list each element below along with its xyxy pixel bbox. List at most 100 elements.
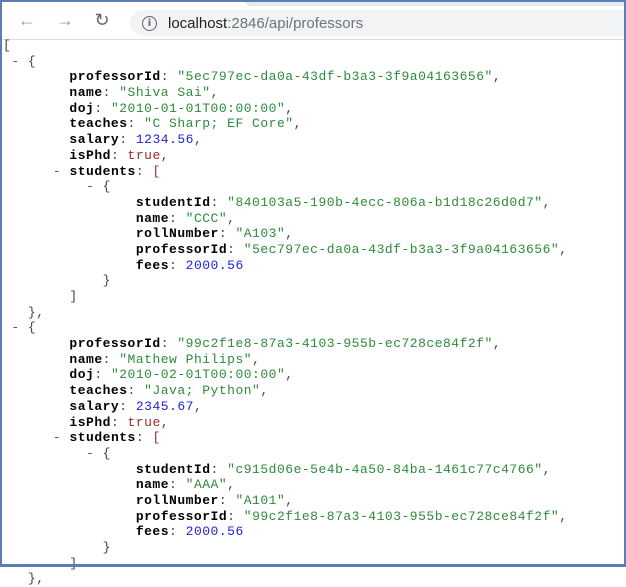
json-value-teaches: "Java; Python": [144, 383, 261, 399]
json-value-fees: 2000.56: [185, 257, 244, 273]
json-value-salary: 1234.56: [135, 132, 194, 148]
colon: :: [135, 163, 153, 179]
json-field-doj: doj: "2010-02-01T00:00:00",: [3, 367, 568, 383]
address-bar[interactable]: i localhost:2846/api/professors: [130, 10, 626, 36]
array-open-bracket: [: [152, 163, 161, 179]
comma: ,: [285, 226, 294, 242]
comma: ,: [559, 241, 568, 257]
colon: :: [119, 132, 136, 148]
colon: :: [127, 383, 145, 399]
comma: ,: [492, 336, 502, 352]
colon: :: [169, 257, 186, 273]
comma: ,: [492, 69, 502, 85]
json-value-name: "CCC": [185, 210, 228, 226]
colon: :: [218, 226, 236, 242]
collapse-toggle[interactable]: -: [53, 430, 61, 445]
object-close-brace: },: [27, 304, 45, 320]
collapse-toggle[interactable]: -: [11, 320, 19, 335]
json-key-name: name: [69, 85, 103, 101]
reload-icon[interactable]: ↻: [92, 10, 112, 30]
json-field-teaches: teaches: "Java; Python",: [3, 383, 568, 399]
json-value-professorId: "5ec797ec-da0a-43df-b3a3-3f9a04163656": [177, 69, 493, 85]
comma: ,: [193, 398, 203, 414]
json-key-professorId: professorId: [69, 336, 161, 352]
json-value-name: "Shiva Sai": [119, 85, 211, 101]
json-key-rollNumber: rollNumber: [135, 492, 219, 508]
comma: ,: [160, 414, 170, 430]
json-key-doj: doj: [69, 367, 95, 383]
comma: ,: [285, 100, 294, 116]
comma: ,: [193, 132, 203, 148]
colon: :: [227, 241, 244, 257]
object-close-brace: },: [27, 571, 45, 587]
json-key-doj: doj: [69, 100, 95, 116]
colon: :: [94, 100, 111, 116]
json-value-name: "AAA": [185, 477, 228, 493]
comma: ,: [559, 508, 568, 524]
colon: :: [135, 430, 153, 446]
colon: :: [127, 116, 145, 132]
json-value-doj: "2010-02-01T00:00:00": [110, 367, 286, 383]
students-array: - students: [: [3, 164, 568, 180]
json-viewer: [ - { professorId: "5ec797ec-da0a-43df-b…: [3, 38, 568, 587]
colon: :: [169, 210, 186, 226]
student-object: - {: [3, 446, 568, 462]
json-value-studentId: "840103a5-190b-4ecc-806a-b1d18c26d0d7": [227, 194, 543, 210]
comma: ,: [260, 383, 269, 399]
json-field-teaches: teaches: "C Sharp; EF Core",: [3, 116, 568, 132]
students-array-end: ]: [3, 289, 568, 305]
site-info-icon[interactable]: i: [142, 15, 157, 31]
url-text[interactable]: localhost:2846/api/professors: [168, 15, 363, 32]
colon: :: [102, 351, 120, 367]
forward-icon[interactable]: →: [55, 10, 75, 30]
student-object: - {: [3, 179, 568, 195]
json-key-fees: fees: [135, 524, 170, 540]
json-value-professorId: "5ec797ec-da0a-43df-b3a3-3f9a04163656": [243, 241, 560, 257]
json-value-doj: "2010-01-01T00:00:00": [110, 100, 286, 116]
collapse-toggle[interactable]: -: [53, 164, 61, 179]
json-key-name: name: [69, 351, 103, 367]
json-field-name: name: "Shiva Sai",: [3, 85, 568, 101]
colon: :: [119, 398, 136, 414]
json-key-name: name: [135, 210, 170, 226]
object-open-brace: {: [94, 445, 111, 461]
object-close-brace: }: [102, 540, 111, 555]
colon: :: [169, 524, 186, 540]
professor-object: - {: [3, 54, 568, 70]
comma: ,: [227, 477, 236, 493]
json-key-name: name: [135, 477, 170, 493]
json-key-professorId: professorId: [135, 508, 228, 524]
array-open-bracket: [: [152, 430, 161, 446]
back-icon[interactable]: ←: [17, 10, 37, 30]
json-key-salary: salary: [69, 398, 120, 414]
json-key-professorId: professorId: [69, 69, 161, 85]
json-key-professorId: professorId: [135, 241, 228, 257]
json-value-studentId: "c915d06e-5e4b-4a50-84ba-1461c77c4766": [227, 461, 543, 477]
json-value-fees: 2000.56: [185, 524, 244, 540]
professor-object-end: },: [3, 305, 568, 321]
json-key-teaches: teaches: [69, 383, 128, 399]
object-open-brace: {: [94, 179, 111, 195]
colon: :: [102, 85, 120, 101]
collapse-toggle[interactable]: -: [11, 54, 19, 69]
json-field-professorId: professorId: "5ec797ec-da0a-43df-b3a3-3f…: [3, 69, 568, 85]
json-key-rollNumber: rollNumber: [135, 226, 219, 242]
